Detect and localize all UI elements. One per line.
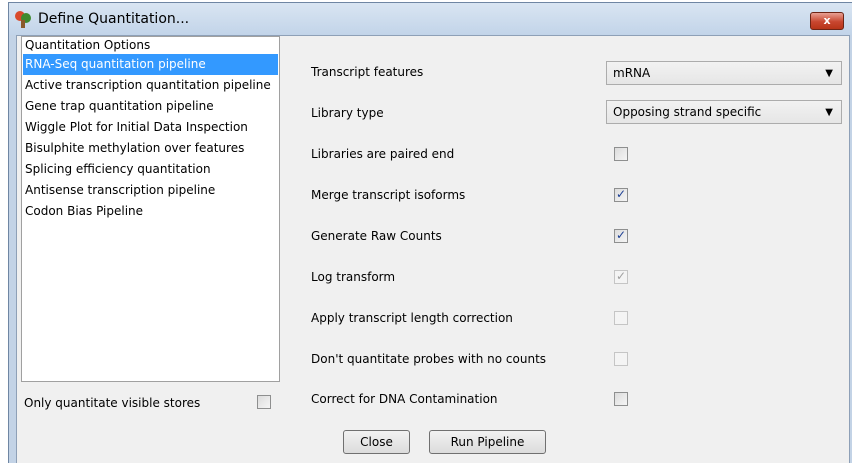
close-button[interactable]: Close <box>343 430 410 454</box>
length-correction-label: Apply transcript length correction <box>311 311 513 325</box>
library-type-select[interactable]: Opposing strand specific ▼ <box>606 100 842 124</box>
paired-end-label: Libraries are paired end <box>311 147 455 161</box>
quantitation-options-heading: Quantitation Options <box>25 38 151 52</box>
list-item[interactable]: Antisense transcription pipeline <box>23 180 278 201</box>
dialog-body: Quantitation Options RNA-Seq quantitatio… <box>16 35 850 463</box>
quantitation-options-list[interactable]: RNA-Seq quantitation pipeline Active tra… <box>23 54 278 222</box>
raw-counts-label: Generate Raw Counts <box>311 229 442 243</box>
title-bar[interactable]: Define Quantitation... x <box>9 3 852 35</box>
list-item[interactable]: Wiggle Plot for Initial Data Inspection <box>23 117 278 138</box>
paired-end-checkbox[interactable] <box>614 147 628 161</box>
list-item[interactable]: Splicing efficiency quantitation <box>23 159 278 180</box>
dialog-window: Define Quantitation... x Quantitation Op… <box>8 2 852 463</box>
transcript-features-value: mRNA <box>613 66 651 80</box>
no-count-probes-label: Don't quantitate probes with no counts <box>311 352 547 366</box>
visible-stores-label: Only quantitate visible stores <box>24 396 201 410</box>
raw-counts-checkbox[interactable] <box>614 228 628 243</box>
log-transform-label: Log transform <box>311 270 396 284</box>
list-item[interactable]: Active transcription quantitation pipeli… <box>23 75 278 96</box>
no-count-probes-checkbox[interactable] <box>614 352 628 366</box>
list-item[interactable]: Codon Bias Pipeline <box>23 201 278 222</box>
window-close-button[interactable]: x <box>810 12 844 30</box>
library-type-value: Opposing strand specific <box>613 105 762 119</box>
merge-isoforms-label: Merge transcript isoforms <box>311 188 466 202</box>
quantitation-options-panel: Quantitation Options RNA-Seq quantitatio… <box>21 36 280 382</box>
merge-isoforms-checkbox[interactable] <box>614 187 628 202</box>
library-type-label: Library type <box>311 106 384 120</box>
dna-contamination-label: Correct for DNA Contamination <box>311 392 498 406</box>
visible-stores-checkbox[interactable] <box>257 395 271 409</box>
log-transform-checkbox[interactable] <box>614 269 628 284</box>
chevron-down-icon: ▼ <box>825 68 833 79</box>
transcript-features-select[interactable]: mRNA ▼ <box>606 61 842 85</box>
length-correction-checkbox[interactable] <box>614 311 628 325</box>
list-item[interactable]: RNA-Seq quantitation pipeline <box>23 54 278 75</box>
close-icon: x <box>823 14 831 27</box>
run-pipeline-button[interactable]: Run Pipeline <box>429 430 546 454</box>
dna-contamination-checkbox[interactable] <box>614 392 628 406</box>
window-title: Define Quantitation... <box>38 11 190 27</box>
seqmonk-app-icon <box>15 11 31 28</box>
list-item[interactable]: Bisulphite methylation over features <box>23 138 278 159</box>
chevron-down-icon: ▼ <box>825 107 833 118</box>
transcript-features-label: Transcript features <box>311 65 424 79</box>
list-item[interactable]: Gene trap quantitation pipeline <box>23 96 278 117</box>
